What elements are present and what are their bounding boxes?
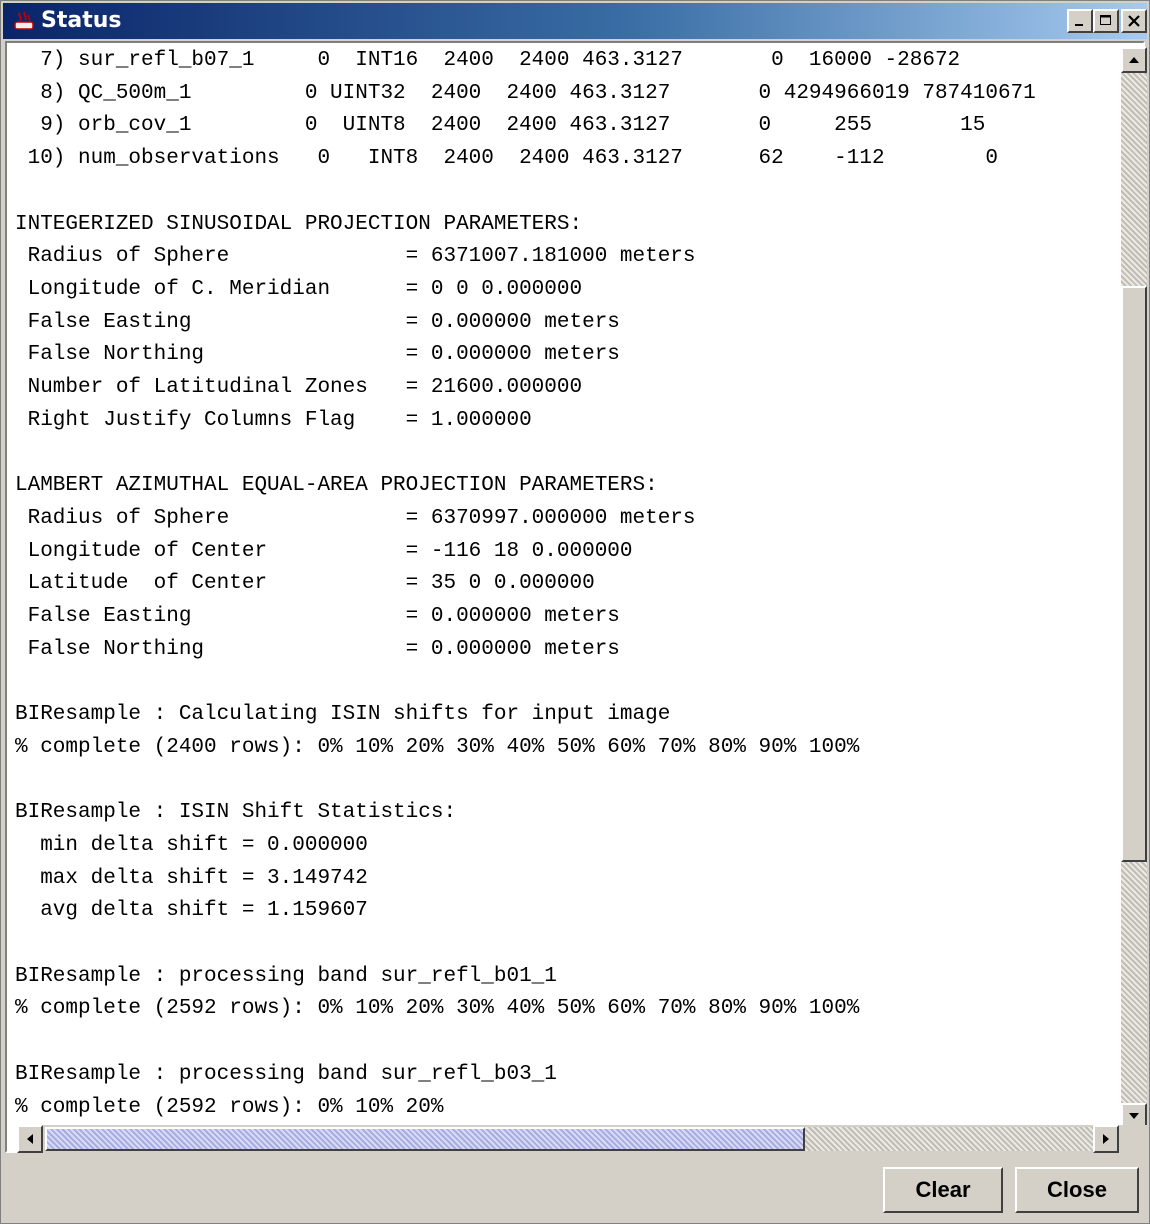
log-line: False Northing = 0.000000 meters [15, 343, 620, 367]
arrow-down-icon [1129, 1113, 1139, 1119]
minimize-icon [1075, 24, 1083, 26]
log-line: Latitude of Center = 35 0 0.000000 [15, 572, 595, 596]
title-bar[interactable]: Status [3, 3, 1147, 39]
log-line: 7) sur_refl_b07_1 0 INT16 2400 2400 463.… [15, 49, 961, 72]
maximize-icon [1100, 15, 1111, 25]
vertical-scroll-thumb[interactable] [1121, 286, 1147, 862]
log-line: Number of Latitudinal Zones = 21600.0000… [15, 376, 583, 400]
vertical-scrollbar[interactable] [1121, 47, 1147, 1129]
java-app-icon [13, 10, 35, 32]
log-line: False Easting = 0.000000 meters [15, 310, 620, 334]
log-line: BIResample : Calculating ISIN shifts for… [15, 703, 671, 727]
log-line: BIResample : processing band sur_refl_b0… [15, 1062, 557, 1086]
log-line: Longitude of Center = -116 18 0.000000 [15, 539, 633, 563]
log-line: min delta shift = 0.000000 [15, 833, 368, 857]
log-line: Longitude of C. Meridian = 0 0 0.000000 [15, 277, 583, 301]
scroll-right-button[interactable] [1093, 1125, 1119, 1153]
log-line: % complete (2592 rows): 0% 10% 20% [15, 1095, 444, 1119]
arrow-up-icon [1129, 57, 1139, 63]
log-line: 10) num_observations 0 INT8 2400 2400 46… [15, 147, 998, 171]
minimize-button[interactable] [1067, 9, 1093, 33]
status-window: Status 7) sur_refl_b07_1 0 INT16 2400 24… [0, 0, 1150, 1224]
scroll-left-button[interactable] [17, 1125, 43, 1153]
log-line: avg delta shift = 1.159607 [15, 899, 368, 923]
horizontal-scroll-thumb[interactable] [45, 1127, 805, 1151]
log-line: INTEGERIZED SINUSOIDAL PROJECTION PARAME… [15, 212, 583, 236]
scroll-up-button[interactable] [1121, 47, 1147, 73]
window-title: Status [41, 8, 122, 33]
log-line: BIResample : processing band sur_refl_b0… [15, 964, 557, 988]
log-line: False Northing = 0.000000 meters [15, 637, 620, 661]
log-line: Radius of Sphere = 6371007.181000 meters [15, 245, 696, 269]
maximize-button[interactable] [1093, 9, 1119, 33]
log-line: Right Justify Columns Flag = 1.000000 [15, 408, 532, 432]
log-text-area[interactable]: 7) sur_refl_b07_1 0 INT16 2400 2400 463.… [5, 41, 1145, 1153]
scrollbar-corner [1121, 1125, 1147, 1153]
arrow-left-icon [27, 1134, 33, 1144]
log-line: % complete (2400 rows): 0% 10% 20% 30% 4… [15, 735, 860, 759]
log-output: 7) sur_refl_b07_1 0 INT16 2400 2400 463.… [15, 45, 1115, 1129]
log-line: 9) orb_cov_1 0 UINT8 2400 2400 463.3127 … [15, 114, 986, 138]
log-line: False Easting = 0.000000 meters [15, 604, 620, 628]
log-line: Radius of Sphere = 6370997.000000 meters [15, 506, 696, 530]
clear-button[interactable]: Clear [883, 1167, 1003, 1213]
log-line: % complete (2592 rows): 0% 10% 20% 30% 4… [15, 997, 860, 1021]
log-line: LAMBERT AZIMUTHAL EQUAL-AREA PROJECTION … [15, 474, 658, 498]
arrow-right-icon [1103, 1134, 1109, 1144]
log-line: BIResample : ISIN Shift Statistics: [15, 801, 457, 825]
log-line: 8) QC_500m_1 0 UINT32 2400 2400 463.3127… [15, 81, 1036, 105]
horizontal-scrollbar[interactable] [17, 1125, 1121, 1153]
close-window-button[interactable] [1121, 9, 1147, 33]
log-line: max delta shift = 3.149742 [15, 866, 368, 890]
close-icon [1128, 15, 1140, 27]
close-button[interactable]: Close [1015, 1167, 1139, 1213]
